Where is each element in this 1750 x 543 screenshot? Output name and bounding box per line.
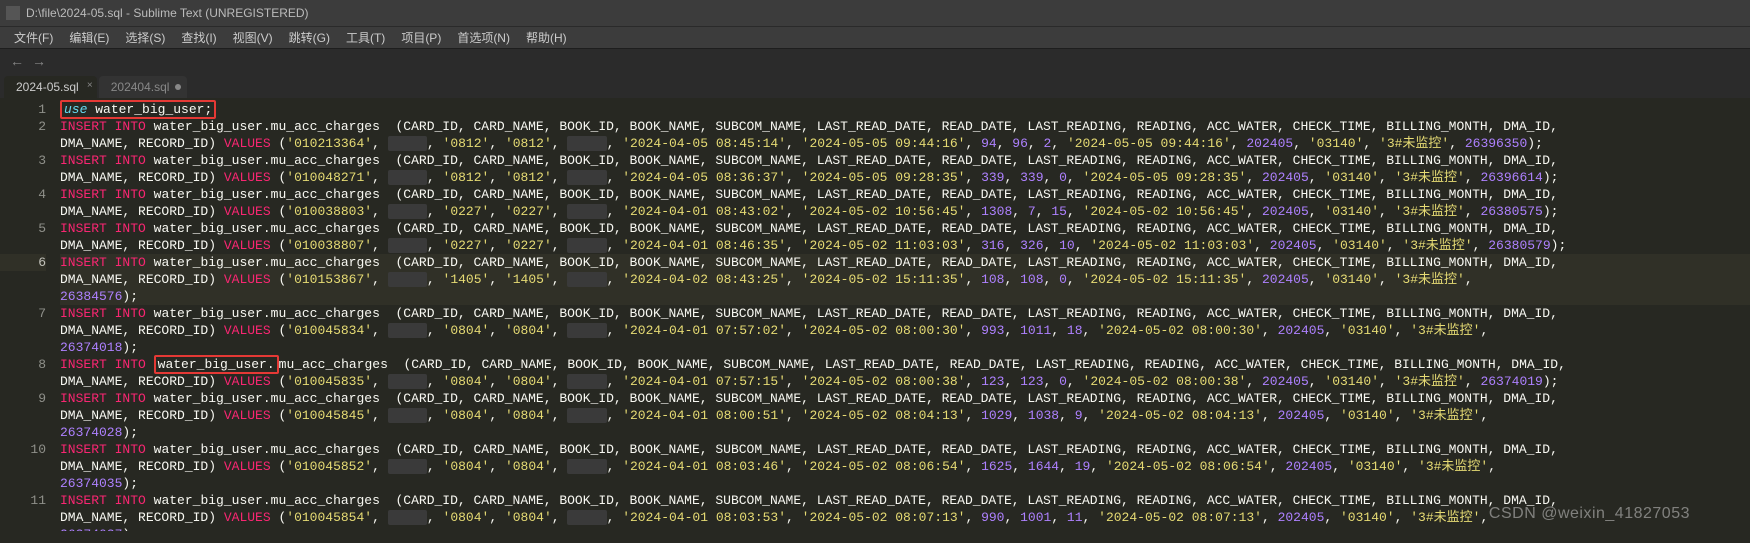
code-line[interactable]: DMA_NAME, RECORD_ID) VALUES ('010045852'… xyxy=(60,458,1750,475)
tab-label: 2024-05.sql xyxy=(16,80,79,94)
code-line[interactable]: 26374028); xyxy=(60,424,1750,441)
window-titlebar: D:\file\2024-05.sql - Sublime Text (UNRE… xyxy=(0,0,1750,26)
tab-dirty-icon xyxy=(175,84,181,90)
line-number: 7 xyxy=(0,305,46,322)
code-editor[interactable]: 1234567891011 use water_big_user;INSERT … xyxy=(0,98,1750,531)
tab-bar: 2024-05.sql × 202404.sql xyxy=(0,72,1750,98)
code-line[interactable]: INSERT INTO water_big_user.mu_acc_charge… xyxy=(60,441,1750,458)
line-number: 10 xyxy=(0,441,46,458)
tab-202404[interactable]: 202404.sql xyxy=(99,76,188,98)
code-line[interactable]: INSERT INTO water_big_user.mu_acc_charge… xyxy=(60,390,1750,407)
line-number: 6 xyxy=(0,254,46,271)
tab-2024-05[interactable]: 2024-05.sql × xyxy=(4,76,97,98)
code-line[interactable]: INSERT INTO water_big_user.mu_acc_charge… xyxy=(60,254,1750,271)
code-line[interactable]: INSERT INTO water_big_user.mu_acc_charge… xyxy=(60,305,1750,322)
menu-bar: 文件(F) 编辑(E) 选择(S) 查找(I) 视图(V) 跳转(G) 工具(T… xyxy=(0,26,1750,48)
nav-back-icon[interactable]: ← xyxy=(6,53,28,69)
line-number-gutter: 12 3 4 5 6 7 8 9 10 11 xyxy=(0,98,60,531)
window-title: D:\file\2024-05.sql - Sublime Text (UNRE… xyxy=(26,6,309,20)
line-number: 4 xyxy=(0,186,46,203)
line-number: 11 xyxy=(0,492,46,509)
app-icon xyxy=(6,6,20,20)
menu-file[interactable]: 文件(F) xyxy=(6,27,61,48)
menu-help[interactable]: 帮助(H) xyxy=(518,27,575,48)
code-area[interactable]: use water_big_user;INSERT INTO water_big… xyxy=(60,98,1750,531)
code-line[interactable]: DMA_NAME, RECORD_ID) VALUES ('010048271'… xyxy=(60,169,1750,186)
menu-select[interactable]: 选择(S) xyxy=(117,27,173,48)
code-line[interactable]: DMA_NAME, RECORD_ID) VALUES ('010038803'… xyxy=(60,203,1750,220)
code-line[interactable]: 26374037); xyxy=(60,526,1750,531)
code-line[interactable]: DMA_NAME, RECORD_ID) VALUES ('010045854'… xyxy=(60,509,1750,526)
code-line[interactable]: INSERT INTO water_big_user.mu_acc_charge… xyxy=(60,118,1750,135)
code-line[interactable]: DMA_NAME, RECORD_ID) VALUES ('010045845'… xyxy=(60,407,1750,424)
nav-forward-icon[interactable]: → xyxy=(28,53,50,69)
code-line[interactable]: DMA_NAME, RECORD_ID) VALUES ('010045835'… xyxy=(60,373,1750,390)
line-number: 8 xyxy=(0,356,46,373)
menu-goto[interactable]: 跳转(G) xyxy=(281,27,338,48)
code-line[interactable]: 26384576); xyxy=(60,288,1750,305)
code-line[interactable]: DMA_NAME, RECORD_ID) VALUES ('010038807'… xyxy=(60,237,1750,254)
menu-project[interactable]: 项目(P) xyxy=(393,27,449,48)
code-line[interactable]: INSERT INTO water_big_user.mu_acc_charge… xyxy=(60,152,1750,169)
code-line[interactable]: 26374018); xyxy=(60,339,1750,356)
nav-toolbar: ← → xyxy=(0,48,1750,72)
code-line[interactable]: INSERT INTO water_big_user.mu_acc_charge… xyxy=(60,220,1750,237)
line-number: 9 xyxy=(0,390,46,407)
menu-find[interactable]: 查找(I) xyxy=(173,27,224,48)
menu-tools[interactable]: 工具(T) xyxy=(338,27,393,48)
code-line[interactable]: DMA_NAME, RECORD_ID) VALUES ('010213364'… xyxy=(60,135,1750,152)
code-line[interactable]: INSERT INTO water_big_user.mu_acc_charge… xyxy=(60,356,1750,373)
close-icon[interactable]: × xyxy=(87,80,93,91)
line-number: 1 xyxy=(0,101,46,118)
code-line[interactable]: DMA_NAME, RECORD_ID) VALUES ('010045834'… xyxy=(60,322,1750,339)
menu-prefs[interactable]: 首选项(N) xyxy=(449,27,518,48)
code-line[interactable]: INSERT INTO water_big_user.mu_acc_charge… xyxy=(60,186,1750,203)
line-number: 3 xyxy=(0,152,46,169)
line-number: 2 xyxy=(0,118,46,135)
menu-view[interactable]: 视图(V) xyxy=(225,27,281,48)
code-line[interactable]: DMA_NAME, RECORD_ID) VALUES ('010153867'… xyxy=(60,271,1750,288)
code-line[interactable]: 26374035); xyxy=(60,475,1750,492)
menu-edit[interactable]: 编辑(E) xyxy=(61,27,117,48)
code-line[interactable]: INSERT INTO water_big_user.mu_acc_charge… xyxy=(60,492,1750,509)
code-line[interactable]: use water_big_user; xyxy=(60,101,1750,118)
line-number: 5 xyxy=(0,220,46,237)
tab-label: 202404.sql xyxy=(111,80,170,94)
